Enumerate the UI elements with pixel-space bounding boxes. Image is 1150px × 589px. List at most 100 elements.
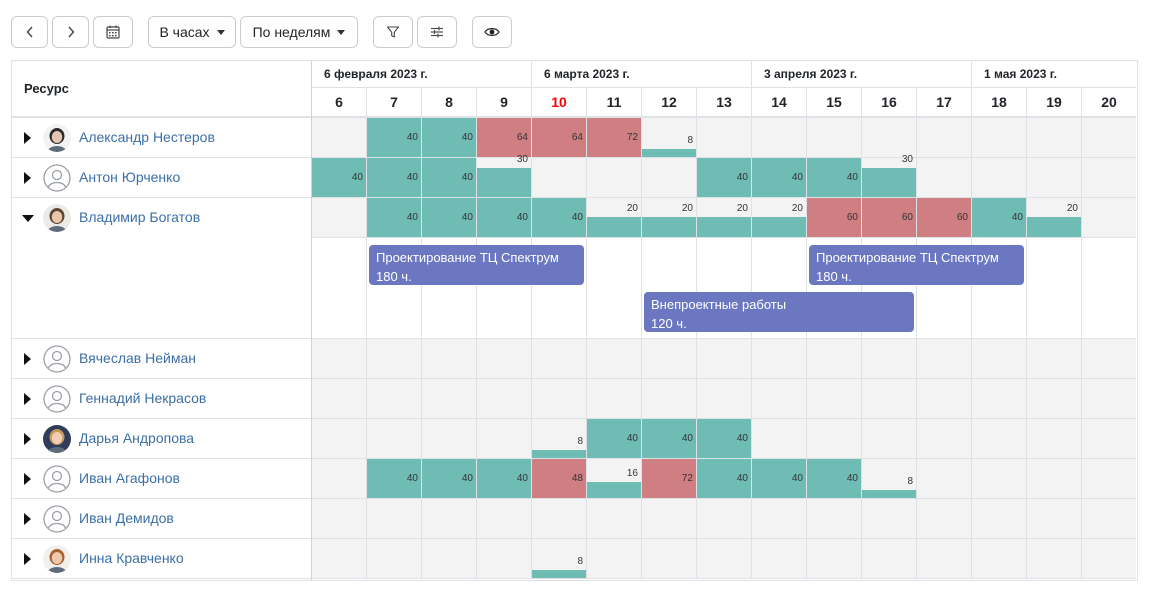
load-cell[interactable]: 40 — [311, 158, 366, 198]
load-cell[interactable] — [311, 499, 366, 539]
load-cell[interactable] — [916, 419, 971, 459]
load-cell[interactable] — [1026, 499, 1081, 539]
load-cell[interactable] — [641, 158, 696, 198]
load-cell[interactable]: 40 — [421, 459, 476, 499]
load-cell[interactable] — [476, 339, 531, 379]
load-cell[interactable] — [531, 339, 586, 379]
load-cell[interactable] — [751, 499, 806, 539]
load-cell[interactable] — [971, 379, 1026, 419]
load-cell[interactable]: 40 — [421, 198, 476, 238]
load-cell[interactable] — [641, 339, 696, 379]
load-cell[interactable] — [696, 339, 751, 379]
load-cell[interactable] — [421, 499, 476, 539]
load-cell[interactable]: 20 — [641, 198, 696, 238]
expand-toggle-icon[interactable] — [24, 433, 31, 445]
load-cell[interactable] — [586, 339, 641, 379]
load-cell[interactable] — [311, 379, 366, 419]
load-cell[interactable]: 64 — [476, 118, 531, 158]
load-cell[interactable]: 8 — [531, 539, 586, 579]
load-cell[interactable] — [476, 539, 531, 579]
load-cell[interactable]: 40 — [696, 158, 751, 198]
load-cell[interactable] — [366, 499, 421, 539]
load-cell[interactable]: 40 — [366, 459, 421, 499]
expand-toggle-icon[interactable] — [24, 553, 31, 565]
load-cell[interactable] — [421, 419, 476, 459]
load-cell[interactable] — [641, 539, 696, 579]
load-cell[interactable]: 16 — [586, 459, 641, 499]
load-cell[interactable]: 40 — [366, 118, 421, 158]
load-cell[interactable] — [1081, 339, 1136, 379]
expand-toggle-icon[interactable] — [24, 473, 31, 485]
load-cell[interactable] — [916, 118, 971, 158]
expand-toggle-icon[interactable] — [24, 353, 31, 365]
load-cell[interactable] — [806, 339, 861, 379]
load-cell[interactable] — [696, 499, 751, 539]
load-cell[interactable] — [421, 379, 476, 419]
load-cell[interactable]: 40 — [476, 198, 531, 238]
load-cell[interactable] — [971, 339, 1026, 379]
load-cell[interactable]: 60 — [861, 198, 916, 238]
resource-name-link[interactable]: Владимир Богатов — [79, 209, 200, 225]
load-cell[interactable]: 40 — [476, 459, 531, 499]
load-cell[interactable]: 40 — [751, 158, 806, 198]
load-cell[interactable] — [1081, 419, 1136, 459]
load-cell[interactable] — [916, 339, 971, 379]
load-cell[interactable] — [586, 158, 641, 198]
load-cell[interactable] — [1026, 118, 1081, 158]
load-cell[interactable]: 64 — [531, 118, 586, 158]
load-cell[interactable] — [476, 379, 531, 419]
load-cell[interactable] — [366, 539, 421, 579]
load-cell[interactable] — [476, 499, 531, 539]
load-cell[interactable] — [311, 419, 366, 459]
load-cell[interactable]: 40 — [806, 158, 861, 198]
load-cell[interactable] — [311, 198, 366, 238]
load-cell[interactable] — [861, 419, 916, 459]
load-cell[interactable] — [1081, 379, 1136, 419]
load-cell[interactable] — [531, 158, 586, 198]
units-dropdown[interactable]: В часах — [148, 16, 236, 48]
load-cell[interactable] — [1081, 158, 1136, 198]
task-bar[interactable]: Проектирование ТЦ Спектрум 180 ч. — [809, 245, 1024, 285]
load-cell[interactable] — [806, 118, 861, 158]
load-cell[interactable]: 20 — [1026, 198, 1081, 238]
load-cell[interactable] — [586, 379, 641, 419]
load-cell[interactable] — [861, 379, 916, 419]
load-cell[interactable]: 20 — [696, 198, 751, 238]
load-cell[interactable] — [1081, 118, 1136, 158]
load-cell[interactable] — [861, 499, 916, 539]
load-cell[interactable]: 72 — [586, 118, 641, 158]
load-cell[interactable]: 40 — [531, 198, 586, 238]
resource-name-link[interactable]: Александр Нестеров — [79, 129, 215, 145]
load-cell[interactable] — [1081, 459, 1136, 499]
load-cell[interactable] — [1026, 419, 1081, 459]
load-cell[interactable] — [861, 539, 916, 579]
load-cell[interactable]: 30 — [861, 154, 916, 198]
load-cell[interactable]: 40 — [751, 459, 806, 499]
load-cell[interactable]: 40 — [696, 459, 751, 499]
load-cell[interactable] — [1026, 539, 1081, 579]
load-cell[interactable] — [971, 419, 1026, 459]
load-cell[interactable]: 40 — [971, 198, 1026, 238]
load-cell[interactable]: 30 — [476, 154, 531, 198]
settings-button[interactable] — [417, 16, 457, 48]
load-cell[interactable] — [916, 379, 971, 419]
resource-name-link[interactable]: Антон Юрченко — [79, 169, 180, 185]
visibility-button[interactable] — [472, 16, 512, 48]
load-cell[interactable] — [751, 339, 806, 379]
expand-toggle-icon[interactable] — [24, 132, 31, 144]
load-cell[interactable]: 40 — [696, 419, 751, 459]
load-cell[interactable] — [1026, 379, 1081, 419]
load-cell[interactable] — [311, 339, 366, 379]
load-cell[interactable]: 8 — [641, 118, 696, 158]
load-cell[interactable] — [916, 459, 971, 499]
load-cell[interactable] — [421, 339, 476, 379]
load-cell[interactable]: 60 — [916, 198, 971, 238]
load-cell[interactable]: 60 — [806, 198, 861, 238]
resource-name-link[interactable]: Дарья Андропова — [79, 430, 194, 446]
resource-name-link[interactable]: Инна Кравченко — [79, 550, 184, 566]
load-cell[interactable] — [1026, 459, 1081, 499]
resource-name-link[interactable]: Иван Агафонов — [79, 470, 180, 486]
load-cell[interactable] — [806, 539, 861, 579]
load-cell[interactable] — [586, 499, 641, 539]
load-cell[interactable] — [751, 419, 806, 459]
